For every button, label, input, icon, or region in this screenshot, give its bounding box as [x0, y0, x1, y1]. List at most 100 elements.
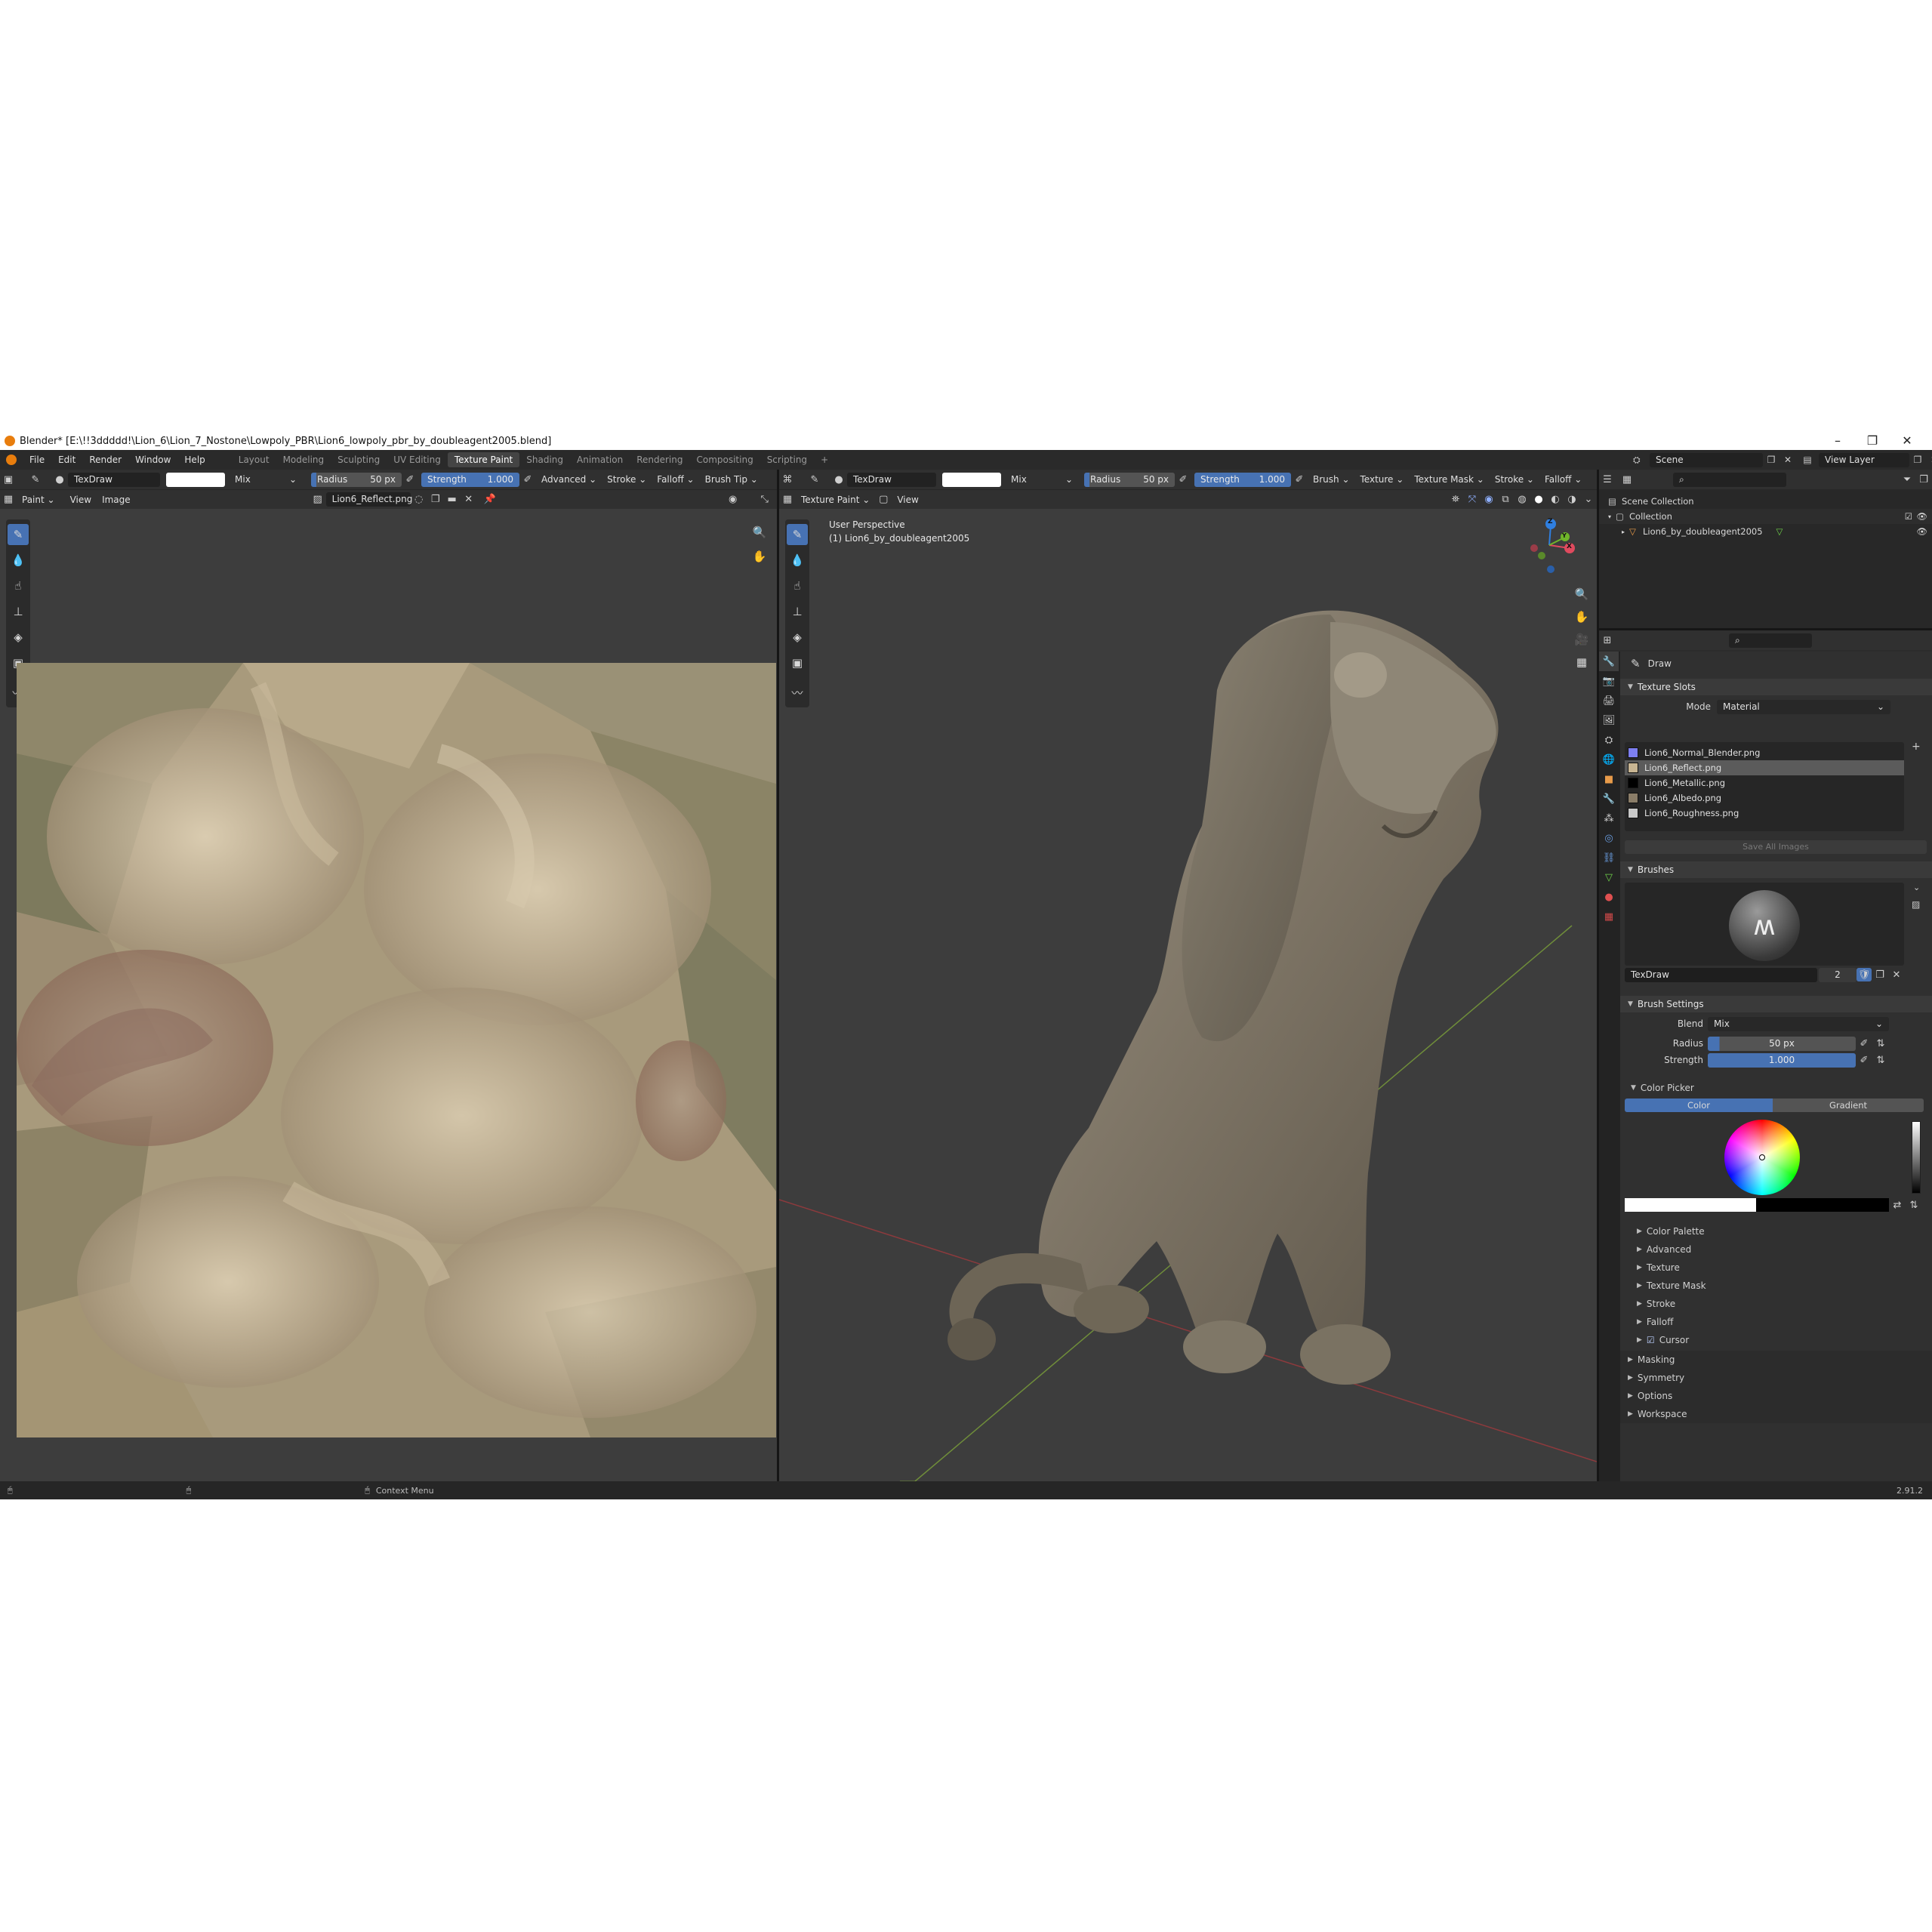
- tab-scripting[interactable]: Scripting: [760, 452, 814, 467]
- viewport-stroke-menu[interactable]: Stroke ⌄: [1490, 474, 1539, 485]
- tab-modeling[interactable]: Modeling: [276, 452, 331, 467]
- advanced-subpanel[interactable]: ▶ Advanced: [1620, 1240, 1932, 1259]
- texture-paint-mode-dropdown[interactable]: Texture Paint ⌄: [796, 495, 875, 505]
- delete-view-layer-icon[interactable]: ✕: [1926, 454, 1932, 465]
- tab-shading[interactable]: Shading: [519, 452, 570, 467]
- cursor-subpanel[interactable]: ▶ ☑ Cursor: [1620, 1331, 1932, 1349]
- texture-slot-3[interactable]: Lion6_Albedo.png: [1625, 790, 1904, 806]
- viewport-texture-menu[interactable]: Texture ⌄: [1355, 474, 1410, 485]
- texture-slot-1[interactable]: Lion6_Reflect.png: [1625, 760, 1904, 775]
- color-palette-subpanel[interactable]: ▶ Color Palette: [1620, 1222, 1932, 1240]
- brush-color-swatch[interactable]: [166, 472, 225, 487]
- secondary-color-swatch[interactable]: [1756, 1198, 1889, 1212]
- filter-icon[interactable]: ⏷: [1899, 472, 1915, 487]
- tab-compositing[interactable]: Compositing: [689, 452, 760, 467]
- options-panel[interactable]: ▶ Options: [1620, 1387, 1932, 1405]
- viewport-draw-tool-icon[interactable]: ✎: [787, 524, 808, 545]
- display-mode-icon[interactable]: ▦: [1619, 472, 1635, 487]
- new-collection-icon[interactable]: ❐: [1915, 472, 1932, 487]
- viewport-fill-tool-icon[interactable]: ◈: [787, 627, 808, 648]
- viewport-brush-browse-icon[interactable]: ●: [830, 472, 847, 487]
- object-tab-icon[interactable]: ■: [1599, 769, 1619, 789]
- radius-pressure-icon[interactable]: ✐: [402, 472, 418, 487]
- tool-tab-icon[interactable]: 🔧: [1599, 652, 1619, 671]
- maximize-icon[interactable]: ❐: [1855, 432, 1890, 450]
- add-slot-icon[interactable]: +: [1912, 741, 1921, 753]
- menu-edit[interactable]: Edit: [51, 454, 82, 465]
- shading-solid-icon[interactable]: ●: [1530, 492, 1547, 507]
- camera-view-icon[interactable]: 🎥: [1572, 630, 1592, 649]
- editor-type-icon[interactable]: ▣: [0, 472, 17, 487]
- brush-tip-menu[interactable]: Brush Tip ⌄: [700, 474, 763, 485]
- viewport-radius-slider[interactable]: Radius 50 px: [1084, 472, 1175, 487]
- paint-mode-dropdown[interactable]: Paint ⌄: [17, 495, 60, 505]
- menu-file[interactable]: File: [23, 454, 51, 465]
- constraints-tab-icon[interactable]: ⛓: [1599, 848, 1619, 867]
- tab-uv-editing[interactable]: UV Editing: [387, 452, 448, 467]
- viewport-canvas[interactable]: User Perspective (1) Lion6_by_doubleagen…: [779, 509, 1597, 1481]
- color-jitter-icon[interactable]: ⇅: [1906, 1197, 1922, 1213]
- viewport-brush-tool-icon[interactable]: ✎: [806, 472, 823, 487]
- menu-image[interactable]: Image: [97, 495, 136, 505]
- brushes-panel-header[interactable]: ▼ Brushes: [1620, 861, 1932, 878]
- object-expand-icon[interactable]: ▸: [1622, 528, 1629, 535]
- radius-settings-slider[interactable]: 50 px: [1708, 1036, 1856, 1051]
- tab-animation[interactable]: Animation: [570, 452, 630, 467]
- unlink-image-icon[interactable]: ✕: [461, 492, 477, 507]
- radius-settings-unit-icon[interactable]: ⇅: [1872, 1036, 1889, 1051]
- value-slider[interactable]: [1912, 1121, 1921, 1194]
- collection-visibility-icon[interactable]: 👁: [1916, 511, 1927, 522]
- outliner-type-icon[interactable]: ☰: [1599, 472, 1616, 487]
- viewport-brush-color-swatch[interactable]: [942, 472, 1001, 487]
- image-name-field[interactable]: Lion6_Reflect.png: [325, 492, 412, 507]
- mode-dropdown[interactable]: Material ⌄: [1717, 699, 1890, 714]
- tab-sculpting[interactable]: Sculpting: [331, 452, 387, 467]
- object-visibility-icon[interactable]: 👁: [1916, 526, 1927, 537]
- masking-panel[interactable]: ▶ Masking: [1620, 1351, 1932, 1369]
- brush-name-field[interactable]: TexDraw: [68, 472, 160, 487]
- texture-tab-icon[interactable]: ▦: [1599, 907, 1619, 926]
- viewport-soften-tool-icon[interactable]: 💧: [787, 550, 808, 571]
- draw-tool-icon[interactable]: ✎: [8, 524, 29, 545]
- delete-scene-icon[interactable]: ✕: [1779, 454, 1796, 465]
- soften-tool-icon[interactable]: 💧: [8, 550, 29, 571]
- new-view-layer-icon[interactable]: ❐: [1909, 454, 1926, 465]
- particles-tab-icon[interactable]: ⁂: [1599, 809, 1619, 828]
- shading-options-icon[interactable]: ⌄: [1580, 492, 1597, 507]
- color-picker-subpanel-header[interactable]: ▼ Color Picker: [1620, 1079, 1932, 1097]
- strength-settings-slider[interactable]: 1.000: [1708, 1052, 1856, 1068]
- viewport-radius-pressure-icon[interactable]: ✐: [1175, 472, 1191, 487]
- scene-collection-row[interactable]: ▤ Scene Collection: [1599, 494, 1932, 509]
- blend-settings-dropdown[interactable]: Mix ⌄: [1708, 1016, 1889, 1031]
- world-tab-icon[interactable]: 🌐: [1599, 750, 1619, 769]
- ortho-toggle-icon[interactable]: ▦: [1572, 652, 1592, 672]
- smear-tool-icon[interactable]: ☝: [8, 575, 29, 596]
- show-overlays-icon[interactable]: ◉: [1481, 492, 1497, 507]
- properties-type-icon[interactable]: ⊞: [1599, 633, 1616, 648]
- strength-settings-toggle-icon[interactable]: ⇅: [1872, 1052, 1889, 1068]
- menu-window[interactable]: Window: [128, 454, 177, 465]
- close-icon[interactable]: ✕: [1890, 432, 1924, 450]
- brush-unlink-icon[interactable]: ✕: [1888, 967, 1905, 982]
- pan-icon[interactable]: ✋: [750, 547, 769, 566]
- symmetry-panel[interactable]: ▶ Symmetry: [1620, 1369, 1932, 1387]
- save-all-images-button[interactable]: Save All Images: [1625, 840, 1927, 854]
- scene-tab-icon[interactable]: ⛭: [1599, 730, 1619, 750]
- texture-subpanel[interactable]: ▶ Texture: [1620, 1259, 1932, 1277]
- view-layer-tab-icon[interactable]: 🖼: [1599, 710, 1619, 730]
- image-browse-icon[interactable]: ▨: [310, 492, 326, 507]
- texture-slots-panel-header[interactable]: ▼ Texture Slots: [1620, 679, 1932, 695]
- tab-layout[interactable]: Layout: [232, 452, 276, 467]
- scene-field[interactable]: Scene: [1650, 452, 1763, 467]
- render-tab-icon[interactable]: 📷: [1599, 671, 1619, 691]
- texture-image-canvas[interactable]: [17, 663, 776, 1437]
- viewport-pan-icon[interactable]: ✋: [1572, 607, 1592, 627]
- advanced-menu[interactable]: Advanced ⌄: [536, 474, 602, 485]
- collection-checkbox-icon[interactable]: ☑: [1905, 511, 1912, 522]
- texture-mask-subpanel[interactable]: ▶ Texture Mask: [1620, 1277, 1932, 1295]
- zoom-icon[interactable]: 🔍: [750, 522, 769, 542]
- texture-slot-2[interactable]: Lion6_Metallic.png: [1625, 775, 1904, 790]
- data-tab-icon[interactable]: ▽: [1599, 867, 1619, 887]
- blend-dropdown[interactable]: Mix ⌄: [230, 474, 302, 485]
- show-gizmo-icon[interactable]: ⤧: [1464, 492, 1481, 507]
